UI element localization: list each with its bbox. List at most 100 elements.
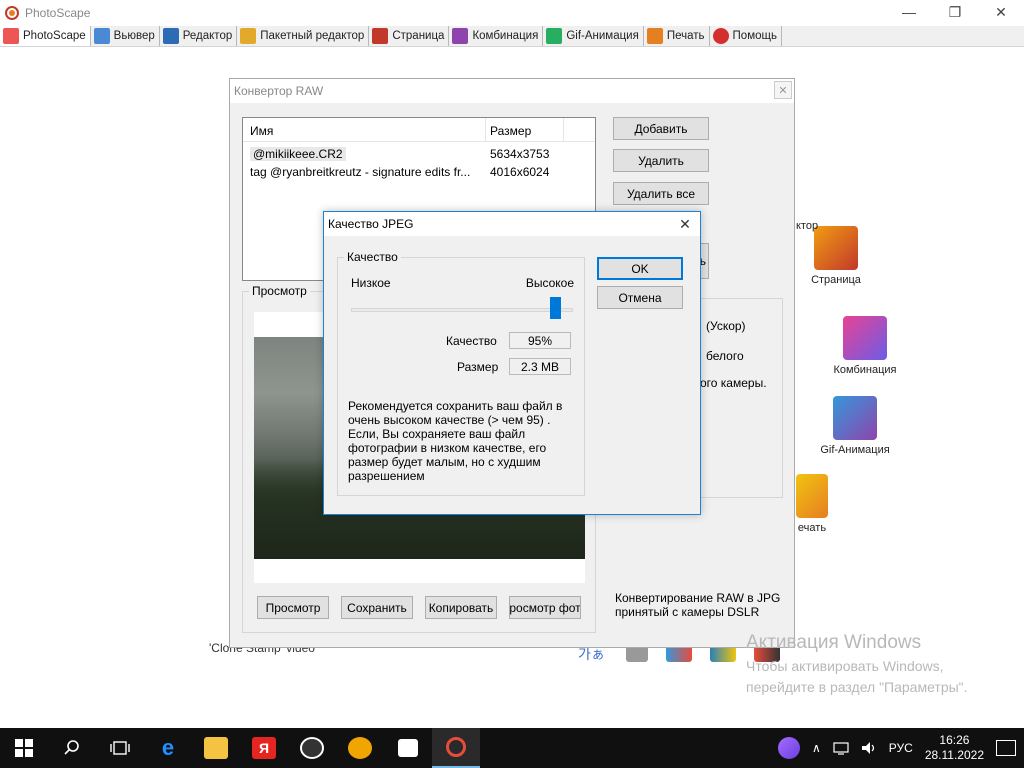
tab-page[interactable]: Страница <box>369 26 450 46</box>
preview-button[interactable]: Просмотр <box>257 596 329 619</box>
option-camera[interactable]: ого камеры. <box>700 376 767 390</box>
tab-gif[interactable]: Gif-Анимация <box>543 26 644 46</box>
file-size: 4016x6024 <box>490 165 550 179</box>
tab-print[interactable]: Печать <box>644 26 710 46</box>
tab-editor[interactable]: Редактор <box>160 26 238 46</box>
jpeg-dialog-close-button[interactable]: ✕ <box>670 212 700 236</box>
windows-icon <box>15 739 33 757</box>
minimize-button[interactable]: — <box>886 0 932 24</box>
store-icon <box>398 739 418 757</box>
quality-label: Качество <box>446 334 497 348</box>
bg-combine-item[interactable]: Комбинация <box>830 316 900 376</box>
clock-time: 16:26 <box>939 733 970 747</box>
tab-help[interactable]: Помощь <box>710 26 782 46</box>
tab-viewer[interactable]: Вьювер <box>91 26 160 46</box>
browser-button[interactable] <box>336 728 384 768</box>
photoscape-icon <box>3 28 19 44</box>
cancel-button[interactable]: Отмена <box>597 286 683 309</box>
view-photo-button[interactable]: росмотр фот <box>509 596 581 619</box>
file-name: @mikiikeee.CR2 <box>243 147 486 161</box>
watermark-title: Активация Windows <box>746 632 922 653</box>
alice-icon <box>778 737 800 759</box>
tab-photoscape[interactable]: PhotoScape <box>0 26 91 46</box>
quality-slider-track[interactable] <box>351 308 573 312</box>
raw-dialog-close-button[interactable]: ✕ <box>774 81 792 99</box>
tab-label: Помощь <box>732 30 777 42</box>
language-indicator[interactable]: РУС <box>883 741 919 755</box>
quality-group: Качество Низкое Высокое Качество 95% Раз… <box>337 250 585 496</box>
photoscape-logo-icon <box>5 6 19 20</box>
quality-description: Рекомендуется сохранить ваш файл в очень… <box>348 399 563 483</box>
alice-button[interactable] <box>772 737 806 759</box>
search-button[interactable] <box>48 728 96 768</box>
bg-gif-item[interactable]: Gif-Анимация <box>818 396 892 456</box>
file-name: tag @ryanbreitkreutz - signature edits f… <box>250 165 471 179</box>
print-icon <box>796 474 828 518</box>
add-button[interactable]: Добавить <box>613 117 709 140</box>
taskbar: e Я ∧ РУС 16:26 28.11.2022 <box>0 728 1024 768</box>
bg-gif-label: Gif-Анимация <box>820 444 890 456</box>
maximize-button[interactable]: ❐ <box>932 0 978 24</box>
tab-label: Страница <box>392 30 445 42</box>
clock-app-button[interactable] <box>288 728 336 768</box>
file-row[interactable]: tag @ryanbreitkreutz - signature edits f… <box>243 163 595 181</box>
tab-label: Пакетный редактор <box>260 30 365 42</box>
watermark-line1: Чтобы активировать Windows, <box>746 658 944 674</box>
tray-chevron-icon[interactable]: ∧ <box>806 741 827 755</box>
photoscape-taskbar-button[interactable] <box>432 728 480 768</box>
window-controls: — ❐ ✕ <box>886 0 1024 24</box>
option-white[interactable]: белого <box>706 349 744 363</box>
notifications-icon[interactable] <box>996 740 1016 756</box>
jpeg-quality-dialog: Качество JPEG ✕ Качество Низкое Высокое … <box>323 211 701 515</box>
clock-app-icon <box>300 737 324 759</box>
quality-value: 95% <box>509 332 571 349</box>
combine-icon <box>843 316 887 360</box>
photoscape-icon <box>446 737 466 757</box>
volume-icon[interactable] <box>855 741 883 755</box>
yandex-button[interactable]: Я <box>240 728 288 768</box>
tab-label: Печать <box>666 30 705 42</box>
tab-combine[interactable]: Комбинация <box>449 26 544 46</box>
file-size: 5634x3753 <box>490 147 550 161</box>
folder-icon <box>204 737 228 759</box>
viewer-icon <box>93 28 110 44</box>
store-button[interactable] <box>384 728 432 768</box>
edge-button[interactable]: e <box>144 728 192 768</box>
print-icon <box>646 28 663 44</box>
edge-icon: e <box>161 735 175 760</box>
tab-batch-editor[interactable]: Пакетный редактор <box>237 26 370 46</box>
bg-print-item[interactable]: ечать <box>792 474 832 534</box>
page-icon <box>372 28 389 44</box>
bg-page-item[interactable]: Страница <box>808 226 864 286</box>
delete-button[interactable]: Удалить <box>613 149 709 172</box>
close-button[interactable]: ✕ <box>978 0 1024 24</box>
file-row[interactable]: @mikiikeee.CR2 5634x3753 <box>243 145 595 163</box>
save-button[interactable]: Сохранить <box>341 596 413 619</box>
combine-icon <box>452 28 469 44</box>
help-icon <box>712 28 729 44</box>
explorer-button[interactable] <box>192 728 240 768</box>
size-value: 2.3 MB <box>509 358 571 375</box>
network-icon[interactable] <box>827 741 855 755</box>
quality-slider-thumb[interactable] <box>550 297 562 319</box>
raw-dialog-title: Конвертор RAW <box>230 79 794 103</box>
column-name[interactable]: Имя <box>243 118 486 141</box>
size-label: Размер <box>457 360 499 374</box>
column-size[interactable]: Размер <box>486 118 564 141</box>
start-button[interactable] <box>0 728 48 768</box>
search-icon <box>64 740 79 755</box>
copy-button[interactable]: Копировать <box>425 596 497 619</box>
system-tray: ∧ РУС 16:26 28.11.2022 <box>772 728 1024 768</box>
option-fast[interactable]: (Ускор) <box>706 319 746 333</box>
tab-label: PhotoScape <box>23 30 86 42</box>
activation-watermark: Активация Windows Чтобы активировать Win… <box>746 632 968 698</box>
delete-all-button[interactable]: Удалить все <box>613 182 709 205</box>
task-view-button[interactable] <box>96 728 144 768</box>
clock[interactable]: 16:26 28.11.2022 <box>919 733 996 763</box>
preview-label: Просмотр <box>249 284 310 298</box>
page-icon <box>814 226 858 270</box>
gif-icon <box>546 28 563 44</box>
gif-icon <box>833 396 877 440</box>
tab-label: Редактор <box>182 30 233 42</box>
ok-button[interactable]: OK <box>597 257 683 280</box>
